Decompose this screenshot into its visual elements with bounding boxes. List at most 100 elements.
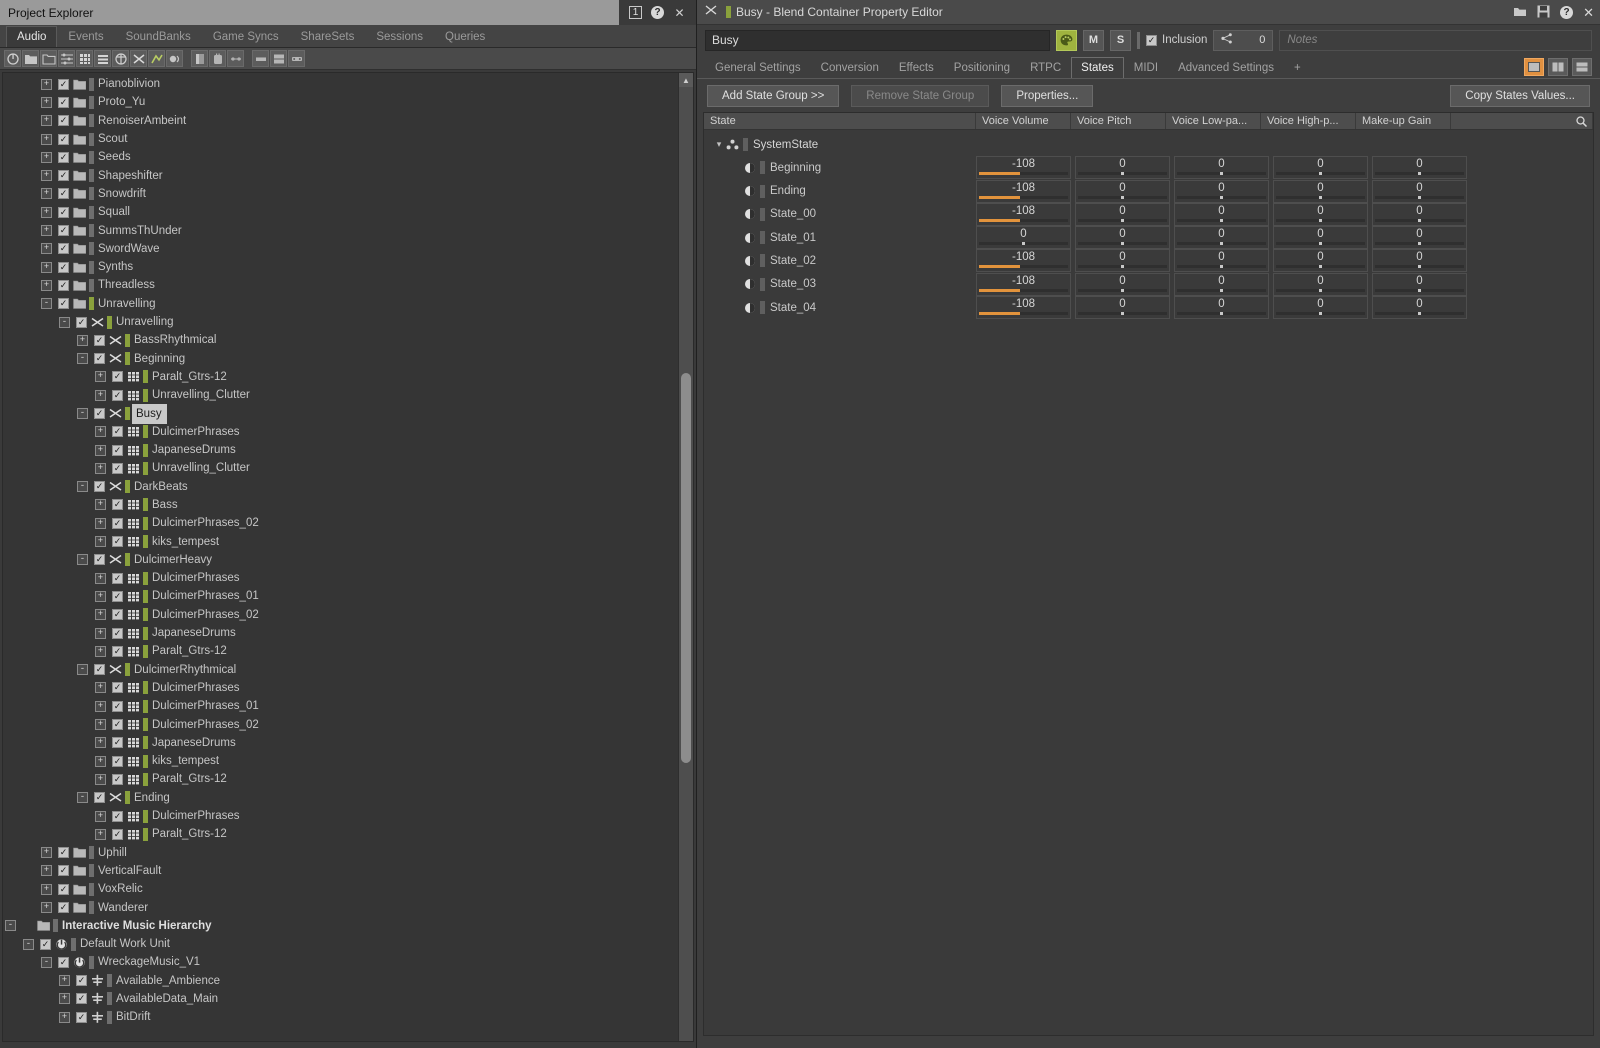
tree-expander[interactable]: + bbox=[41, 78, 52, 90]
tree-expander[interactable]: + bbox=[95, 773, 106, 785]
tree-expander[interactable]: + bbox=[59, 993, 70, 1005]
value-slider-handle[interactable] bbox=[1319, 218, 1322, 222]
value-slider-track[interactable] bbox=[1276, 288, 1365, 292]
tree-item[interactable]: + ✓ Uphill bbox=[3, 843, 677, 861]
tree-expander[interactable]: + bbox=[95, 609, 106, 621]
value-slider-track[interactable] bbox=[1375, 172, 1464, 176]
tree-expander[interactable]: + bbox=[41, 883, 52, 895]
column-header-voice-high-p[interactable]: Voice High-p... bbox=[1261, 113, 1356, 129]
open-folder-icon[interactable] bbox=[1513, 5, 1527, 20]
tree-expander[interactable]: + bbox=[95, 536, 106, 548]
value-cell[interactable]: -108 bbox=[976, 179, 1071, 203]
tree-item[interactable]: + ✓ VoxRelic bbox=[3, 880, 677, 898]
search-icon[interactable] bbox=[1575, 115, 1588, 131]
tree-item-checkbox[interactable]: ✓ bbox=[58, 902, 69, 913]
value-cell[interactable]: 0 bbox=[1174, 249, 1269, 273]
state-group-row[interactable]: ▾ SystemState bbox=[704, 133, 1593, 156]
tree-expander[interactable]: + bbox=[41, 865, 52, 877]
tree-item[interactable]: - ✓ Default Work Unit bbox=[3, 935, 677, 953]
tree-item-checkbox[interactable]: ✓ bbox=[76, 975, 87, 987]
tree-expander[interactable]: - bbox=[77, 792, 88, 804]
tree-item[interactable]: + ✓ DulcimerPhrases bbox=[3, 807, 677, 825]
tree-item[interactable]: + ✓ SwordWave bbox=[3, 240, 677, 258]
tree-expander[interactable]: - bbox=[77, 664, 88, 676]
tree-expander[interactable]: - bbox=[41, 298, 52, 310]
tree-item[interactable]: + ✓ DulcimerPhrases_02 bbox=[3, 606, 677, 624]
tree-item[interactable]: + ✓ DulcimerPhrases bbox=[3, 423, 677, 441]
tree-item-checkbox[interactable]: ✓ bbox=[112, 426, 123, 438]
tree-item[interactable]: - ✓ Beginning bbox=[3, 349, 677, 367]
tree-expander[interactable]: + bbox=[95, 499, 106, 511]
value-cell[interactable]: 0 bbox=[1273, 296, 1368, 320]
aux-bus-icon[interactable] bbox=[209, 50, 226, 67]
tree-item[interactable]: + ✓ SummsThUnder bbox=[3, 221, 677, 239]
value-cell[interactable]: 0 bbox=[1174, 179, 1269, 203]
actor-mixer-icon[interactable] bbox=[166, 50, 183, 67]
notes-input[interactable]: Notes bbox=[1279, 29, 1592, 51]
tree-expander[interactable]: - bbox=[77, 481, 88, 493]
tree-item[interactable]: + ✓ DulcimerPhrases_02 bbox=[3, 514, 677, 532]
value-slider-handle[interactable] bbox=[1220, 288, 1223, 292]
state-row[interactable]: Beginning -108 0 0 0 0 bbox=[704, 156, 1593, 180]
inclusion-checkbox[interactable]: ✓ Inclusion bbox=[1146, 34, 1207, 46]
tree-expander[interactable]: + bbox=[41, 170, 52, 182]
shared-count-box[interactable]: 0 bbox=[1213, 29, 1274, 51]
value-slider-handle[interactable] bbox=[1220, 195, 1223, 199]
tree-item-checkbox[interactable]: ✓ bbox=[94, 554, 105, 566]
tree-item[interactable]: + ✓ JapaneseDrums bbox=[3, 734, 677, 752]
chevron-down-icon[interactable]: ▾ bbox=[712, 139, 726, 150]
value-slider-track[interactable] bbox=[1276, 218, 1365, 222]
tree-expander[interactable]: - bbox=[77, 407, 88, 419]
value-cell[interactable]: 0 bbox=[976, 226, 1071, 250]
value-slider-handle[interactable] bbox=[1319, 312, 1322, 316]
properties-button[interactable]: Properties... bbox=[1001, 84, 1094, 107]
state-row[interactable]: State_04 -108 0 0 0 0 bbox=[704, 296, 1593, 320]
tree-item[interactable]: + ✓ Unravelling_Clutter bbox=[3, 459, 677, 477]
tree-expander[interactable]: + bbox=[95, 590, 106, 602]
tree-item[interactable]: + ✓ DulcimerPhrases_02 bbox=[3, 715, 677, 733]
value-cell[interactable]: 0 bbox=[1075, 296, 1170, 320]
tree-expander[interactable]: + bbox=[95, 828, 106, 840]
tree-item-checkbox[interactable]: ✓ bbox=[112, 462, 123, 474]
tree-item-checkbox[interactable]: ✓ bbox=[58, 151, 69, 163]
layout-icon[interactable] bbox=[270, 50, 287, 67]
value-slider-handle[interactable] bbox=[1220, 218, 1223, 222]
value-slider-track[interactable] bbox=[1177, 242, 1266, 246]
tree-item-checkbox[interactable]: ✓ bbox=[112, 389, 123, 401]
tree-expander[interactable]: + bbox=[95, 627, 106, 639]
tree-item-checkbox[interactable]: ✓ bbox=[94, 407, 105, 419]
value-slider-track[interactable] bbox=[1375, 288, 1464, 292]
tree-item[interactable]: - ✓ DulcimerHeavy bbox=[3, 551, 677, 569]
tree-item[interactable]: + ✓ Snowdrift bbox=[3, 185, 677, 203]
state-row[interactable]: State_03 -108 0 0 0 0 bbox=[704, 272, 1593, 296]
tree-expander[interactable]: + bbox=[41, 206, 52, 218]
value-slider-track[interactable] bbox=[1276, 265, 1365, 269]
single-pane-icon[interactable] bbox=[1524, 58, 1544, 76]
tree-item[interactable]: + ✓ DulcimerPhrases bbox=[3, 569, 677, 587]
value-slider-track[interactable] bbox=[1078, 288, 1167, 292]
tree-item-checkbox[interactable]: ✓ bbox=[58, 298, 69, 310]
tree-item-checkbox[interactable]: ✓ bbox=[94, 353, 105, 365]
tree-item[interactable]: + ✓ BitDrift bbox=[3, 1008, 677, 1026]
tree-expander[interactable]: + bbox=[41, 96, 52, 108]
tree-item[interactable]: - ✓ DarkBeats bbox=[3, 478, 677, 496]
tab-queries[interactable]: Queries bbox=[434, 26, 497, 47]
value-slider-handle[interactable] bbox=[1418, 265, 1421, 269]
tree-item[interactable]: + ✓ Paralt_Gtrs-12 bbox=[3, 825, 677, 843]
tree-item[interactable]: + ✓ BassRhythmical bbox=[3, 331, 677, 349]
value-slider-handle[interactable] bbox=[1319, 242, 1322, 246]
tree-item[interactable]: + ✓ Bass bbox=[3, 496, 677, 514]
value-cell[interactable]: -108 bbox=[976, 296, 1071, 320]
tree-expander[interactable]: + bbox=[95, 682, 106, 694]
value-slider-track[interactable] bbox=[1276, 195, 1365, 199]
random-container-icon[interactable] bbox=[112, 50, 129, 67]
value-cell[interactable]: 0 bbox=[1174, 202, 1269, 226]
tree-item[interactable]: - ✓ Unravelling bbox=[3, 313, 677, 331]
tree-expander[interactable]: + bbox=[95, 572, 106, 584]
tree-item-checkbox[interactable]: ✓ bbox=[112, 609, 123, 621]
horizontal-split-icon[interactable] bbox=[1572, 58, 1592, 76]
tree-item-checkbox[interactable]: ✓ bbox=[58, 847, 69, 859]
tree-item[interactable]: + ✓ Pianoblivion bbox=[3, 75, 677, 93]
value-slider-handle[interactable] bbox=[1121, 195, 1124, 199]
object-name-input[interactable]: Busy bbox=[705, 29, 1050, 51]
